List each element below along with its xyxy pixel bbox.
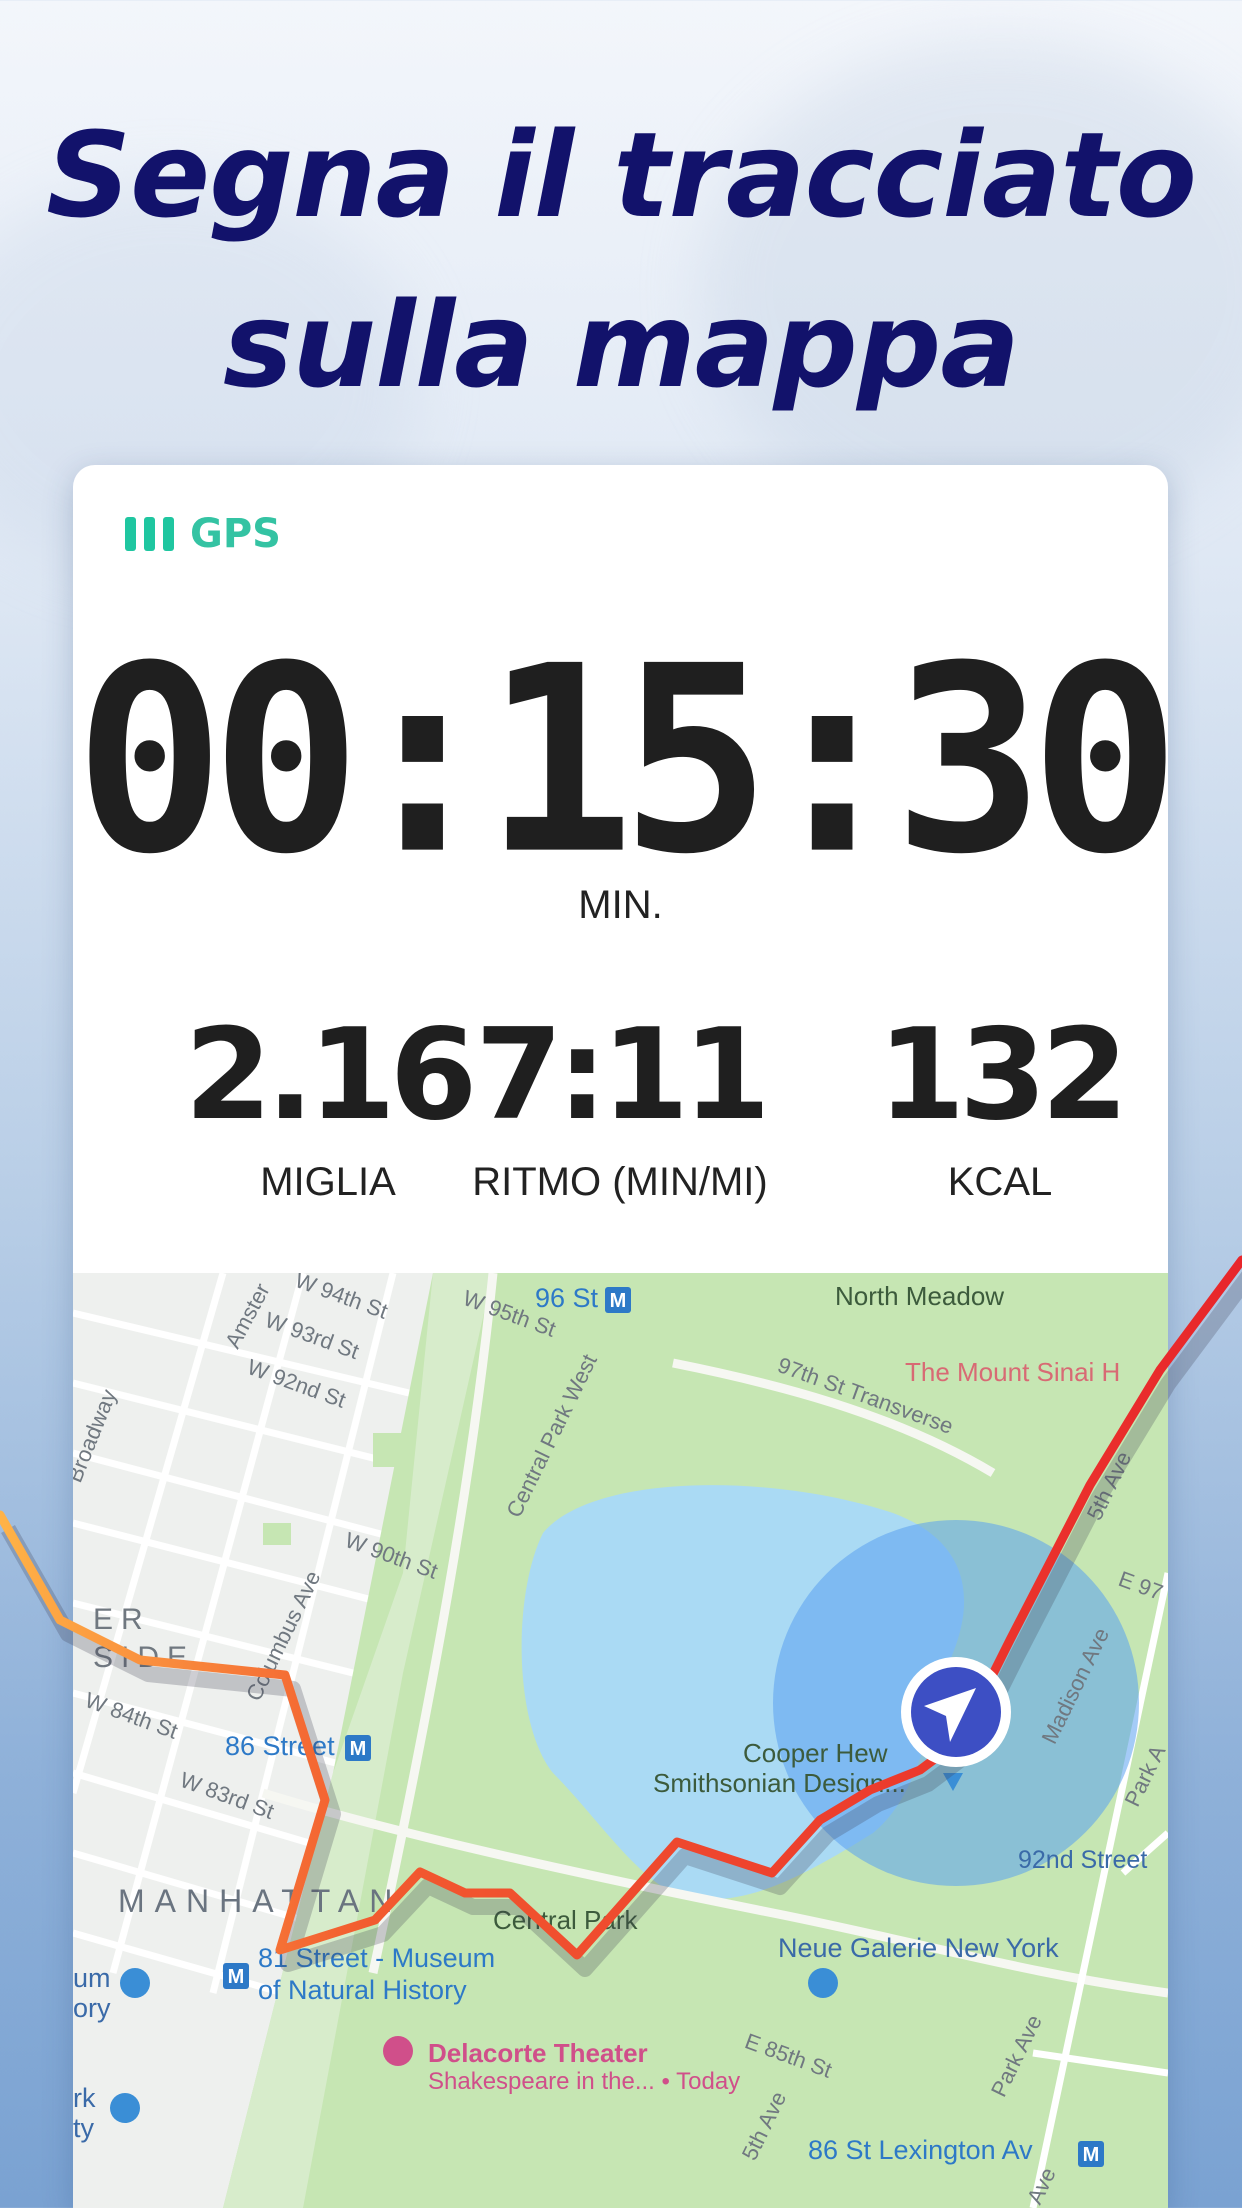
headline: Segna il tracciato sulla mappa	[0, 90, 1242, 430]
theater-icon	[383, 2036, 413, 2066]
subway-icon: M	[605, 1287, 631, 1313]
svg-text:M: M	[350, 1738, 367, 1760]
svg-text:M: M	[228, 1966, 245, 1988]
stat-calories: 132 KCAL	[820, 1010, 1168, 1205]
museum-icon	[808, 1968, 838, 1998]
map-icons: M M M M	[110, 1287, 1104, 2167]
headline-line-2: sulla mappa	[223, 276, 1020, 414]
svg-text:M: M	[1083, 2144, 1100, 2166]
museum-icon	[110, 2093, 140, 2123]
stat-calories-label: KCAL	[947, 1160, 1053, 1204]
subway-icon: M	[223, 1963, 249, 1989]
headline-line-1: Segna il tracciato	[46, 106, 1197, 244]
stat-pace-label: RITMO (MIN/MI)	[472, 1160, 768, 1204]
route-map[interactable]: 96 St North Meadow The Mount Sinai H 97t…	[73, 1273, 1168, 2208]
place-pin-icon	[943, 1773, 963, 1791]
stat-pace-value: 7:11	[475, 1001, 770, 1148]
workout-card: GPS 00:15:30 MIN. 2.16 MIGLIA 7:11 RITMO…	[73, 465, 1168, 2208]
subway-icon: M	[1078, 2141, 1104, 2167]
gps-indicator: GPS	[125, 511, 281, 557]
subway-icon: M	[345, 1735, 371, 1761]
timer-unit: MIN.	[578, 883, 663, 927]
svg-text:M: M	[610, 1290, 627, 1312]
gps-label: GPS	[190, 511, 281, 557]
stat-calories-value: 132	[877, 1001, 1128, 1148]
gps-signal-bars-icon	[125, 517, 174, 551]
stat-pace: 7:11 RITMO (MIN/MI)	[440, 1010, 800, 1205]
museum-icon	[120, 1968, 150, 1998]
elapsed-timer: 00:15:30	[74, 610, 1168, 911]
